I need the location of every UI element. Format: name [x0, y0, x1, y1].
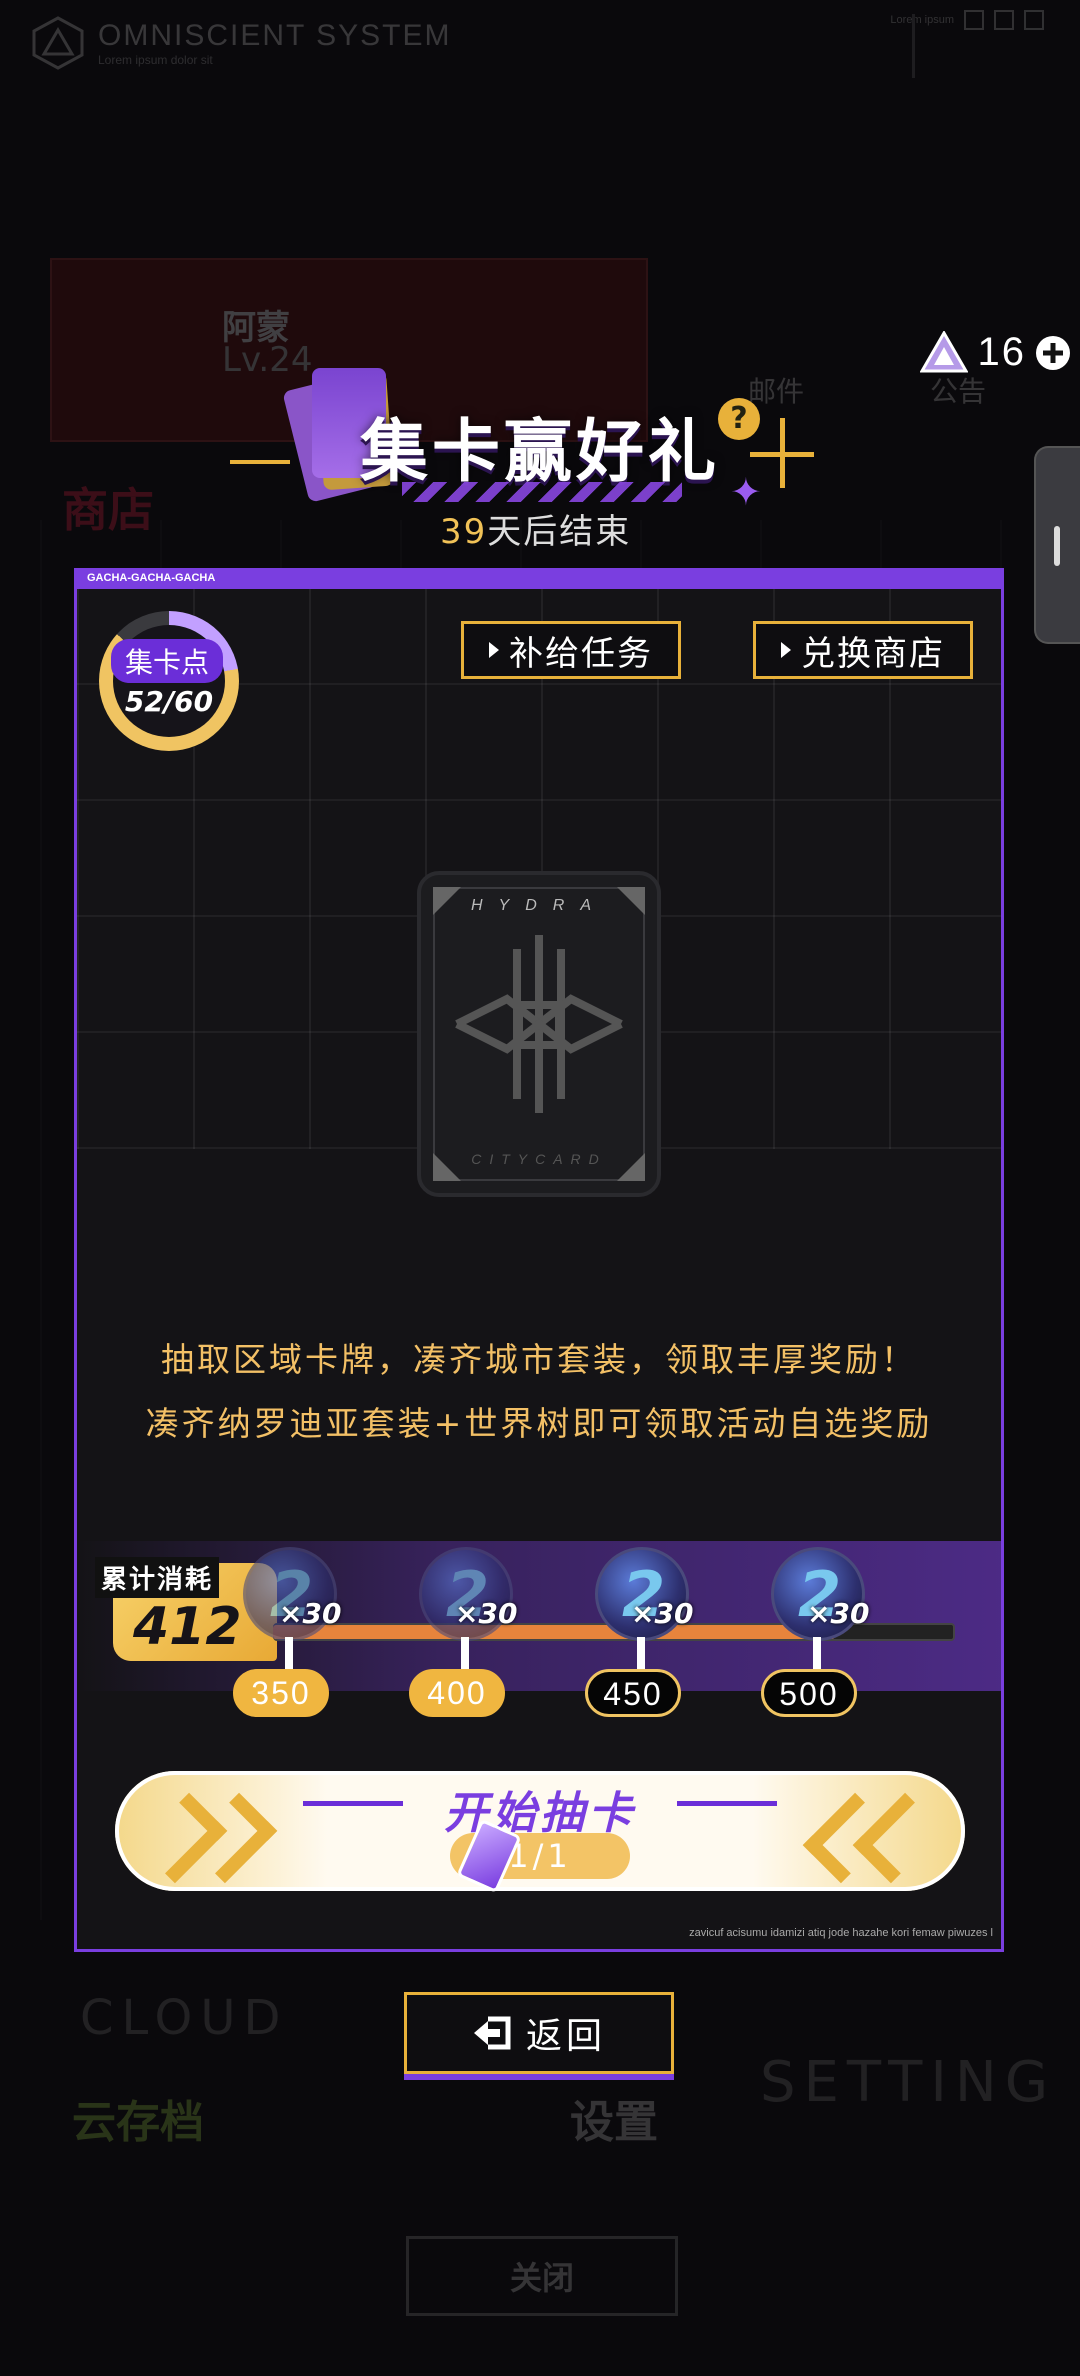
days-left: 39: [440, 512, 488, 552]
currency-display: 16: [919, 330, 1070, 375]
bg-notice-label: 公告: [930, 375, 987, 408]
progress-fill: [273, 1625, 835, 1639]
event-title: 集卡赢好礼: [360, 413, 721, 492]
bg-logo-subtitle: Lorem ipsum dolor sit: [98, 53, 213, 67]
event-title-block: 集卡赢好礼 ? ✦ 39天后结束: [220, 368, 820, 570]
back-button[interactable]: 返回: [404, 1992, 674, 2080]
play-arrow-icon: [781, 642, 791, 658]
bg-square-icon: [964, 10, 984, 30]
description-line1: 抽取区域卡牌，凑齐城市套装，领取丰厚奖励！: [161, 1340, 917, 1379]
bg-square-icon: [1024, 10, 1044, 30]
logo-hex-icon: [32, 16, 84, 70]
gacha-panel: GACHA-GACHA-GACHA 集卡点 52/60 补给任务 兑换商店 HY…: [74, 568, 1004, 1952]
bg-logo: OMNISCIENT SYSTEM Lorem ipsum dolor sit: [32, 16, 451, 70]
milestone-reward: ×30: [807, 1597, 870, 1630]
currency-value: 16: [977, 330, 1026, 374]
side-drawer-handle[interactable]: [1034, 446, 1080, 644]
plus-circle-icon[interactable]: [1036, 335, 1070, 370]
exchange-shop-button[interactable]: 兑换商店: [753, 621, 973, 679]
milestone-threshold: 350: [233, 1669, 329, 1717]
days-suffix: 天后结束: [487, 512, 632, 552]
description-line2: 凑齐纳罗迪亚套装+世界树即可领取活动自选奖励: [145, 1404, 933, 1443]
milestone-threshold: 450: [585, 1669, 681, 1717]
bg-logo-title: OMNISCIENT SYSTEM: [98, 19, 452, 52]
cumulative-value: 412: [133, 1597, 242, 1657]
milestone-400[interactable]: 2 ×30 400: [405, 1547, 525, 1727]
milestone-500[interactable]: 2 ×30 500: [757, 1547, 877, 1727]
bg-top-label: Lorem ipsum: [890, 14, 954, 26]
milestone-350[interactable]: 2 ×30 350: [229, 1547, 349, 1727]
milestone-reward: ×30: [631, 1597, 694, 1630]
title-zigzag: [402, 482, 682, 502]
card-points-label: 集卡点: [111, 639, 224, 683]
bg-cloud-word: CLOUD: [80, 1990, 289, 2046]
panel-header: GACHA-GACHA-GACHA: [77, 571, 1001, 589]
milestone-threshold: 400: [409, 1669, 505, 1717]
milestone-reward: ×30: [279, 1597, 342, 1630]
city-card[interactable]: HYDRA CITYCARD: [417, 871, 661, 1197]
bg-cloud-save-label: 云存档: [72, 2097, 204, 2148]
start-draw-label: 开始抽卡: [444, 1788, 636, 1839]
play-arrow-icon: [489, 642, 499, 658]
supply-task-label: 补给任务: [509, 633, 653, 674]
screen: OMNISCIENT SYSTEM Lorem ipsum dolor sit …: [0, 0, 1080, 2376]
start-draw-button[interactable]: 开始抽卡 1/1: [115, 1771, 965, 1894]
crystal-triangle-icon: [919, 330, 968, 372]
event-countdown: 39天后结束: [440, 504, 631, 553]
title-spark: [230, 460, 290, 464]
card-top-text: HYDRA: [470, 897, 607, 914]
bg-close-button: 关闭: [406, 2236, 678, 2316]
title-spark: [750, 452, 814, 457]
panel-footnote: zavicuf acisumu idamizi atiq jode hazahe…: [689, 1927, 993, 1939]
bg-square-icon: [994, 10, 1014, 30]
back-arrow-icon: [473, 2016, 511, 2050]
question-icon[interactable]: ?: [718, 398, 760, 440]
milestone-threshold: 500: [761, 1669, 857, 1717]
bg-divider: [912, 14, 915, 78]
card-points-value: 52/60: [124, 685, 214, 718]
back-label: 返回: [525, 2016, 606, 2057]
cumulative-label: 累计消耗: [95, 1557, 220, 1598]
milestone-reward: ×30: [455, 1597, 518, 1630]
panel-header-tag: GACHA-GACHA-GACHA: [87, 572, 216, 584]
bg-settings-label: 设置: [570, 2097, 658, 2148]
card-emblem-icon: [455, 935, 623, 1113]
supply-task-button[interactable]: 补给任务: [461, 621, 681, 679]
bg-setting-word: SETTING: [760, 2050, 1057, 2115]
milestone-450[interactable]: 2 ×30 450: [581, 1547, 701, 1727]
exchange-shop-label: 兑换商店: [801, 633, 945, 674]
star-sparkle-icon: ✦: [730, 470, 762, 514]
card-bottom-text: CITYCARD: [471, 1151, 607, 1167]
